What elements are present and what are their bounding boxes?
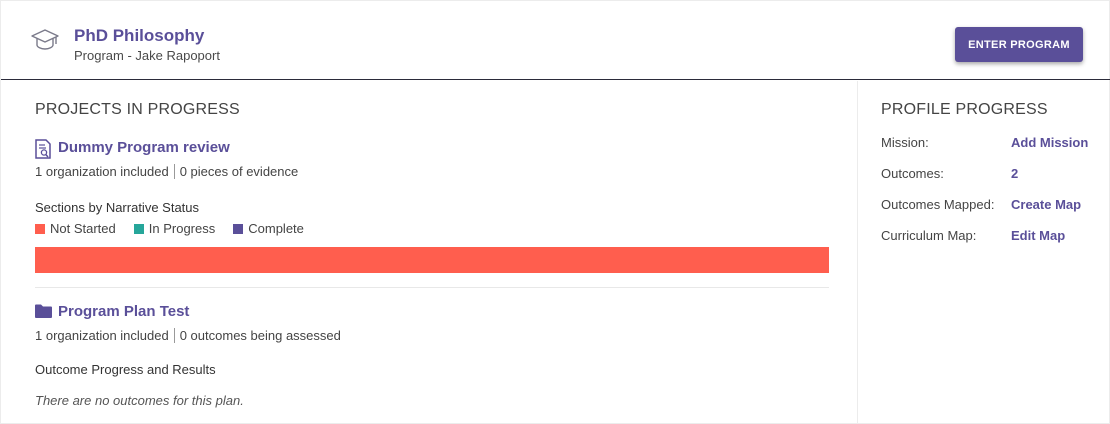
- outcomes-count: 0 outcomes being assessed: [179, 328, 341, 343]
- program-card: PhD Philosophy Program - Jake Rapoport E…: [0, 0, 1110, 424]
- project-link-dummy-program-review[interactable]: Dummy Program review: [58, 139, 230, 156]
- meta-separator: [173, 164, 175, 179]
- legend-label: In Progress: [148, 221, 216, 236]
- profile-progress-heading: PROFILE PROGRESS: [881, 101, 1048, 118]
- program-subtitle: Program - Jake Rapoport: [74, 48, 220, 63]
- organization-count: 1 organization included: [35, 328, 169, 343]
- edit-map-link[interactable]: Edit Map: [1011, 228, 1065, 243]
- folder-icon: [35, 304, 52, 323]
- narrative-status-bar: [35, 247, 829, 273]
- projects-heading: PROJECTS IN PROGRESS: [35, 101, 240, 118]
- add-mission-link[interactable]: Add Mission: [1011, 135, 1088, 150]
- curriculum-map-label: Curriculum Map:: [881, 228, 977, 243]
- enter-program-button[interactable]: ENTER PROGRAM: [955, 27, 1083, 62]
- profile-progress-panel: PROFILE PROGRESS Mission: Add Mission Ou…: [859, 81, 1110, 424]
- status-legend: Not Started In Progress Complete: [35, 221, 322, 236]
- outcomes-mapped-label: Outcomes Mapped:: [881, 197, 995, 212]
- outcomes-label: Outcomes:: [881, 166, 944, 181]
- no-outcomes-message: There are no outcomes for this plan.: [35, 393, 244, 408]
- status-segment-not-started: [35, 247, 829, 273]
- organization-count: 1 organization included: [35, 164, 169, 179]
- mission-label: Mission:: [881, 135, 929, 150]
- outcomes-count-link[interactable]: 2: [1011, 166, 1018, 181]
- legend-not-started: Not Started: [35, 221, 116, 236]
- legend-swatch-in-progress: [133, 223, 144, 234]
- projects-panel: PROJECTS IN PROGRESS Dummy Program revie…: [1, 81, 858, 424]
- project-meta: 1 organization included 0 outcomes being …: [35, 328, 341, 343]
- legend-complete: Complete: [233, 221, 304, 236]
- program-header: PhD Philosophy Program - Jake Rapoport E…: [1, 1, 1110, 80]
- graduation-cap-icon: [31, 27, 59, 53]
- legend-label: Complete: [248, 221, 304, 236]
- program-title[interactable]: PhD Philosophy: [74, 26, 204, 46]
- meta-separator: [173, 328, 175, 343]
- narrative-status-heading: Sections by Narrative Status: [35, 200, 200, 215]
- legend-swatch-not-started: [35, 223, 45, 234]
- legend-in-progress: In Progress: [133, 221, 216, 236]
- project-divider: [35, 287, 829, 288]
- evidence-count: 0 pieces of evidence: [179, 164, 299, 179]
- legend-swatch-complete: [233, 223, 244, 234]
- project-meta: 1 organization included 0 pieces of evide…: [35, 164, 298, 179]
- document-search-icon: [35, 139, 51, 164]
- project-link-program-plan-test[interactable]: Program Plan Test: [58, 303, 189, 320]
- outcome-progress-heading: Outcome Progress and Results: [35, 362, 216, 377]
- legend-label: Not Started: [50, 221, 116, 236]
- create-map-link[interactable]: Create Map: [1011, 197, 1081, 212]
